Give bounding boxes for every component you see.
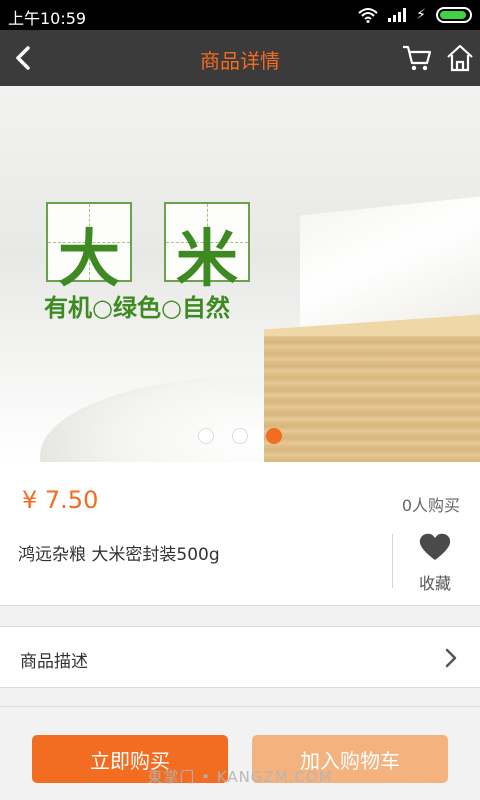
banner-char: 米 bbox=[175, 222, 238, 295]
carousel-dot[interactable] bbox=[198, 428, 214, 444]
status-time: 上午10:59 bbox=[8, 9, 87, 28]
banner-char-grid: 米 bbox=[164, 202, 250, 295]
status-bar: 上午10:59 ⚡ bbox=[0, 0, 480, 30]
product-price: ¥ 7.50 bbox=[22, 486, 99, 514]
product-description-row[interactable]: 商品描述 bbox=[0, 626, 480, 688]
status-icons: ⚡ bbox=[358, 6, 472, 24]
shopping-cart-icon[interactable] bbox=[400, 42, 434, 74]
wifi-icon bbox=[358, 8, 378, 23]
heart-icon bbox=[419, 533, 451, 560]
banner-char-grid: 大 bbox=[46, 202, 132, 295]
product-name: 鸿远杂粮 大米密封装500g bbox=[18, 545, 220, 565]
banner-char: 大 bbox=[57, 222, 120, 295]
divider bbox=[392, 534, 393, 588]
purchase-count: 0人购买 bbox=[401, 496, 460, 515]
product-info-panel: ¥ 7.50 0人购买 鸿远杂粮 大米密封装500g 收藏 bbox=[0, 462, 480, 606]
favorite-label: 收藏 bbox=[418, 574, 451, 593]
chevron-right-icon bbox=[445, 648, 457, 668]
watermark: 東掌门 • KANGZM.COM bbox=[147, 768, 333, 786]
signal-icon bbox=[388, 8, 407, 22]
charging-icon: ⚡ bbox=[416, 7, 426, 23]
battery-icon bbox=[436, 7, 472, 23]
carousel-indicator bbox=[0, 428, 480, 444]
description-label: 商品描述 bbox=[20, 652, 88, 672]
carousel-dot-active[interactable] bbox=[266, 428, 282, 444]
navigation-bar: 商品详情 bbox=[0, 30, 480, 86]
product-image-carousel[interactable]: 大 米 有机○绿色○自然 bbox=[0, 86, 480, 462]
home-icon[interactable] bbox=[444, 42, 476, 74]
carousel-dot[interactable] bbox=[232, 428, 248, 444]
favorite-button[interactable]: 收藏 bbox=[406, 532, 464, 593]
